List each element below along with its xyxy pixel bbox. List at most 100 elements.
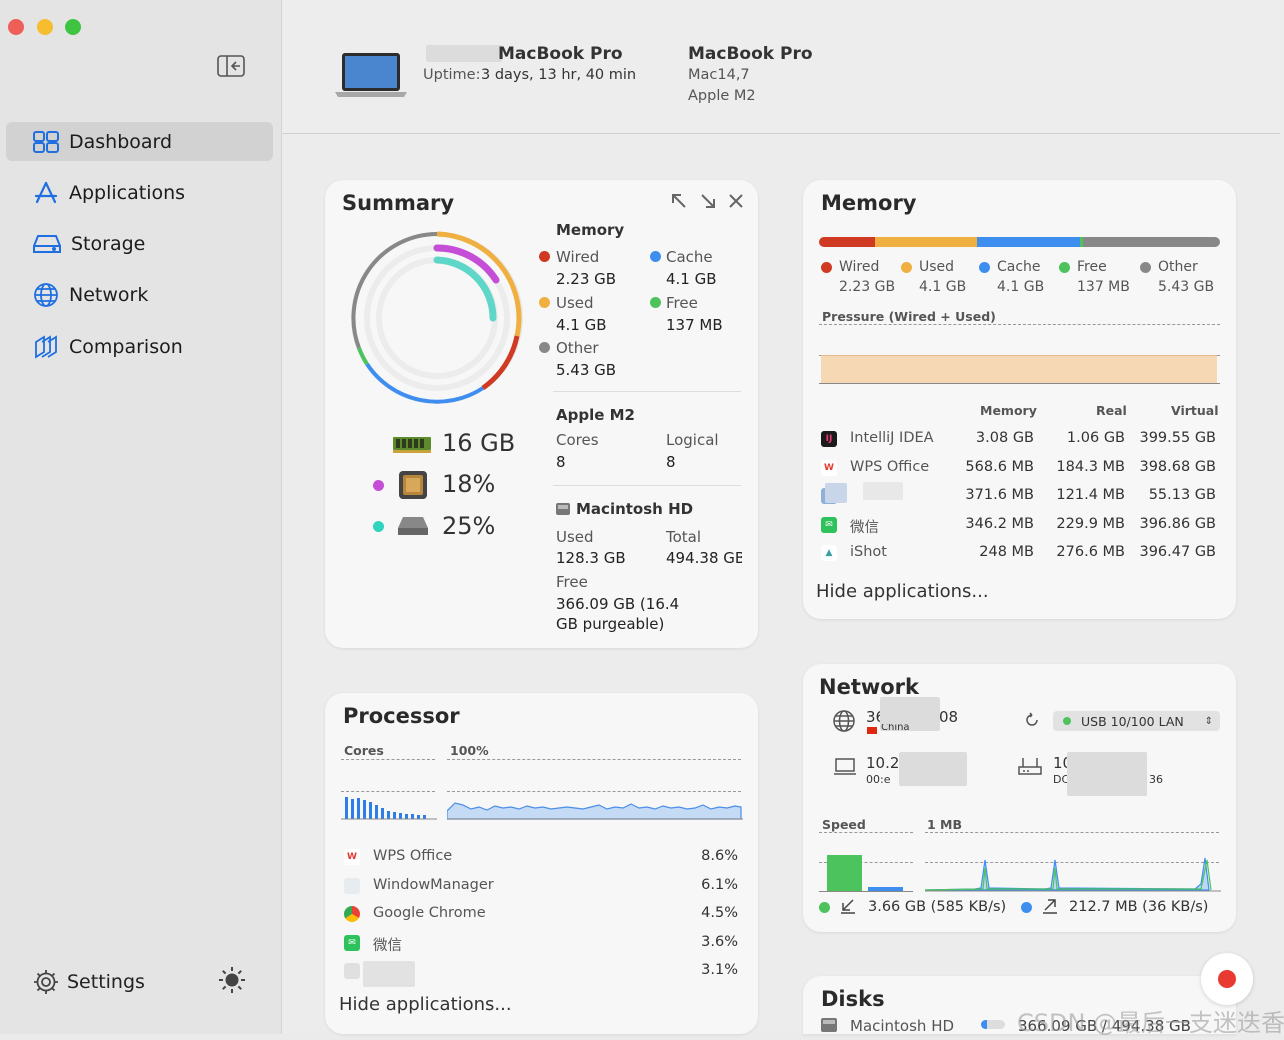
logical-value: 8 [666,453,676,471]
app-name: 微信 [850,519,879,536]
app-name: WindowManager [373,876,494,893]
settings-button[interactable]: Settings [32,968,145,996]
other-dot [539,342,550,353]
redacted-app-name [363,961,415,987]
device-name: MacBook Pro [498,44,623,64]
sidebar-item-dashboard[interactable]: Dashboard [6,122,273,161]
wps-office-icon: W [344,849,360,865]
app-memory: 568.6 MB [965,458,1034,475]
app-name: 微信 [373,937,402,954]
chevron-updown-icon: ⇕ [1204,715,1213,727]
hard-drive-icon [397,514,429,542]
sidebar-item-label: Storage [71,232,146,255]
sidebar-item-network[interactable]: Network [6,275,273,314]
memory-card: Memory Wired 2.23 GB Used 4.1 GB Cache 4.1 GB… [803,180,1236,619]
sidebar-item-storage[interactable]: Storage [6,224,273,263]
close-window-button[interactable] [8,19,24,35]
disk-free-value: 366.09 GB (16.4 [556,595,680,613]
window-manager-icon [344,877,360,894]
cpu-chip-icon [397,469,429,505]
legend-dot [1059,262,1070,273]
disk-free-value-purgeable: GB purgeable) [556,615,665,633]
legend-label: Other [1158,259,1198,275]
cpu-dot [373,480,384,491]
local-ip: 10.2 [866,754,900,772]
zoom-window-button[interactable] [65,19,81,35]
chip-name: Apple M2 [688,88,756,104]
app-real: 121.4 MB [1056,487,1125,504]
sidebar-item-comparison[interactable]: Comparison [6,327,273,366]
storage-icon [33,234,61,253]
appearance-sun-icon[interactable] [217,965,247,999]
chrome-icon [344,906,360,922]
app-real: 1.06 GB [1066,430,1125,446]
toggle-sidebar-icon[interactable] [217,55,245,81]
wps-office-icon: W [821,459,837,476]
uptime-value: 3 days, 13 hr, 40 min [481,67,637,83]
network-icon [34,282,58,307]
cores-value: 8 [556,453,566,471]
uptime-label: Uptime: [423,67,481,83]
public-ip-suffix: 08 [939,708,959,726]
hide-applications-link[interactable]: Hide applications... [339,994,512,1015]
divider [553,485,741,486]
axis-line [819,383,1220,384]
col-memory: Memory [980,403,1037,418]
sidebar-item-applications[interactable]: Applications [6,173,273,212]
app-cpu-percent: 3.6% [701,933,738,950]
disk-total-label: Total [666,528,702,546]
memory-usage-bar [819,237,1220,247]
wired-label: Wired [556,248,600,266]
expand-icon[interactable] [699,192,717,214]
app-real: 184.3 MB [1056,458,1125,475]
record-button[interactable] [1201,953,1253,1005]
sidebar-item-label: Network [69,283,149,306]
app-virtual: 55.13 GB [1148,487,1216,504]
comparison-icon [35,334,57,359]
close-icon[interactable] [727,192,745,214]
app-cpu-percent: 4.5% [701,905,738,921]
china-flag-icon [867,727,877,734]
legend-dot [821,262,832,273]
ram-chip-icon [392,434,432,458]
cores-label: Cores [344,743,384,758]
record-icon [1218,970,1236,988]
gridline [447,759,741,760]
network-speed-chart [924,854,1221,896]
wired-value: 2.23 GB [556,270,617,288]
app-cpu-percent: 6.1% [701,876,738,893]
app-name: Google Chrome [373,905,486,921]
app-real: 276.6 MB [1056,544,1125,561]
device-header: MacBook Pro Uptime: 3 days, 13 hr, 40 mi… [283,0,1280,134]
cores-label: Cores [556,431,599,449]
interface-select[interactable]: USB 10/100 LAN ⇕ [1053,711,1220,731]
refresh-icon[interactable] [1023,711,1041,733]
memory-heading: Memory [556,221,625,239]
speed-label: Speed [822,817,866,832]
minimize-window-button[interactable] [37,19,53,35]
app-name: IntelliJ IDEA [850,430,934,446]
computer-icon [833,757,857,781]
app-memory: 248 MB [979,544,1034,561]
wired-dot [539,251,550,262]
app-window: Dashboard Applications Storage Network C… [0,0,1284,1040]
collapse-icon[interactable] [670,192,688,214]
hide-applications-link[interactable]: Hide applications... [816,581,989,602]
cache-dot [650,251,661,262]
ishot-icon: ▲ [821,545,837,562]
gridline [819,832,913,833]
pressure-chart [821,355,1217,383]
legend-label: Free [1077,259,1107,275]
col-real: Real [1096,403,1127,418]
sidebar-item-label: Applications [69,181,186,204]
gridline [341,791,435,792]
router-mac-suffix: 36 [1149,773,1163,786]
disk-name: Macintosh HD [850,1017,955,1034]
legend-dot [1140,262,1151,273]
used-value: 4.1 GB [556,316,607,334]
other-value: 5.43 GB [556,361,617,379]
cpu-usage: 18% [442,470,496,498]
legend-label: Cache [997,259,1041,275]
app-virtual: 398.68 GB [1139,458,1216,475]
scale-label: 100% [450,743,489,758]
